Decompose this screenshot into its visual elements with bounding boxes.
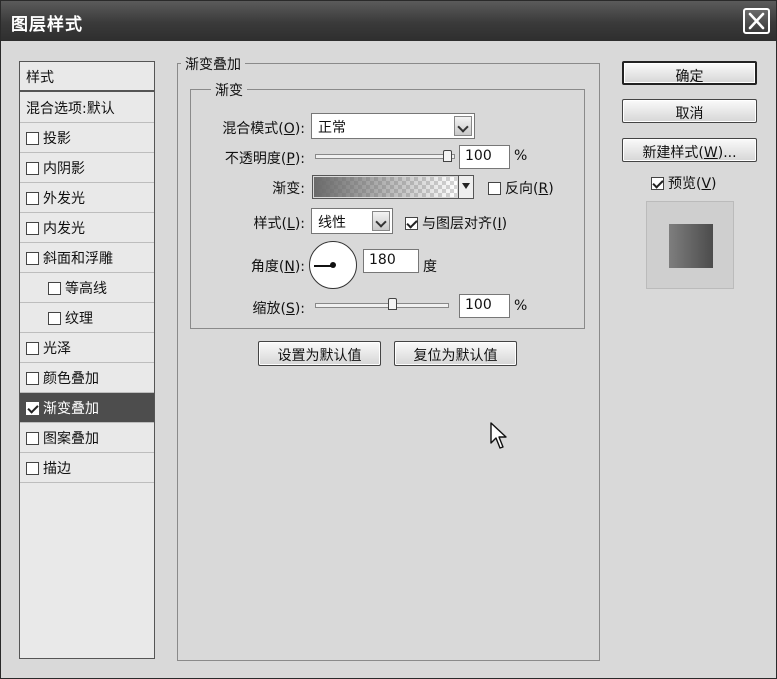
styles-list-item-label: 等高线 xyxy=(65,281,107,297)
style-value: 线性 xyxy=(318,215,346,231)
styles-list-header[interactable]: 样式 xyxy=(20,62,154,92)
cancel-button[interactable]: 取消 xyxy=(622,99,757,123)
styles-list-item-label: 颜色叠加 xyxy=(43,371,99,387)
styles-list-item[interactable]: 内发光 xyxy=(20,213,154,243)
style-checkbox[interactable] xyxy=(26,132,39,145)
layer-style-dialog: 图层样式 样式 混合选项:默认投影内阴影外发光内发光斜面和浮雕等高线纹理光泽颜色… xyxy=(0,0,777,679)
align-with-layer-checkbox[interactable]: 与图层对齐(I) xyxy=(405,213,507,233)
scale-label: 缩放(S): xyxy=(252,301,305,317)
styles-list: 样式 混合选项:默认投影内阴影外发光内发光斜面和浮雕等高线纹理光泽颜色叠加渐变叠… xyxy=(19,61,155,659)
gradient-label: 渐变: xyxy=(272,181,305,197)
styles-list-item[interactable]: 斜面和浮雕 xyxy=(20,243,154,273)
preview-checkbox-box[interactable] xyxy=(651,177,664,190)
opacity-unit: % xyxy=(514,148,528,164)
style-checkbox[interactable] xyxy=(26,222,39,235)
styles-list-item[interactable]: 图案叠加 xyxy=(20,423,154,453)
styles-list-item[interactable]: 等高线 xyxy=(20,273,154,303)
style-checkbox[interactable] xyxy=(26,402,39,415)
style-checkbox[interactable] xyxy=(48,282,61,295)
opacity-label: 不透明度(P): xyxy=(224,151,305,167)
gradient-overlay-title: 渐变叠加 xyxy=(181,54,245,74)
styles-list-item-label: 外发光 xyxy=(43,191,85,207)
reverse-checkbox-box[interactable] xyxy=(488,182,501,195)
close-icon xyxy=(748,12,765,30)
style-select[interactable]: 线性 xyxy=(311,208,393,234)
chevron-down-icon xyxy=(454,116,472,136)
styles-list-item[interactable]: 渐变叠加 xyxy=(20,393,154,423)
blend-mode-label: 混合模式(O): xyxy=(222,121,305,137)
reset-default-button[interactable]: 复位为默认值 xyxy=(394,341,517,366)
angle-label: 角度(N): xyxy=(250,259,305,275)
style-checkbox[interactable] xyxy=(26,462,39,475)
style-checkbox[interactable] xyxy=(26,372,39,385)
chevron-down-icon xyxy=(372,211,390,231)
close-button[interactable] xyxy=(743,8,770,34)
styles-list-item[interactable]: 外发光 xyxy=(20,183,154,213)
styles-list-item[interactable]: 光泽 xyxy=(20,333,154,363)
gradient-swatch[interactable] xyxy=(314,177,457,197)
styles-list-item[interactable]: 投影 xyxy=(20,123,154,153)
title-bar[interactable]: 图层样式 xyxy=(1,1,776,41)
style-preview xyxy=(646,201,734,289)
opacity-slider-track[interactable] xyxy=(315,154,455,159)
styles-list-item-label: 混合选项:默认 xyxy=(26,101,115,117)
styles-list-item-label: 投影 xyxy=(43,131,71,147)
gradient-dropdown-icon[interactable] xyxy=(458,176,473,198)
styles-list-item-label: 内阴影 xyxy=(43,161,85,177)
style-checkbox[interactable] xyxy=(48,312,61,325)
opacity-slider-thumb[interactable] xyxy=(443,150,452,162)
styles-list-item[interactable]: 内阴影 xyxy=(20,153,154,183)
angle-input[interactable]: 180 xyxy=(363,249,419,273)
ok-button[interactable]: 确定 xyxy=(622,61,757,85)
scale-unit: % xyxy=(514,298,528,314)
styles-list-item-label: 内发光 xyxy=(43,221,85,237)
styles-list-item-label: 光泽 xyxy=(43,341,71,357)
preview-swatch xyxy=(669,224,713,268)
preview-checkbox[interactable]: 预览(V) xyxy=(651,173,717,193)
angle-center-dot xyxy=(330,262,336,268)
scale-slider-track[interactable] xyxy=(315,303,449,308)
dialog-title: 图层样式 xyxy=(11,15,83,35)
gradient-subgroup-title: 渐变 xyxy=(211,80,247,100)
new-style-button[interactable]: 新建样式(W)... xyxy=(622,138,757,162)
reverse-checkbox[interactable]: 反向(R) xyxy=(488,178,554,198)
styles-list-item[interactable]: 纹理 xyxy=(20,303,154,333)
styles-list-item-label: 斜面和浮雕 xyxy=(43,251,113,267)
gradient-picker[interactable] xyxy=(312,175,474,199)
blend-mode-select[interactable]: 正常 xyxy=(311,113,475,139)
style-checkbox[interactable] xyxy=(26,162,39,175)
styles-list-item[interactable]: 混合选项:默认 xyxy=(20,93,154,123)
styles-list-item-label: 纹理 xyxy=(65,311,93,327)
scale-slider-thumb[interactable] xyxy=(388,298,398,310)
styles-list-item-label: 图案叠加 xyxy=(43,431,99,447)
style-checkbox[interactable] xyxy=(26,252,39,265)
mouse-pointer-icon xyxy=(490,422,507,449)
scale-input[interactable]: 100 xyxy=(459,294,510,318)
angle-unit: 度 xyxy=(423,259,437,275)
style-checkbox[interactable] xyxy=(26,432,39,445)
angle-dial[interactable] xyxy=(309,241,357,289)
style-checkbox[interactable] xyxy=(26,342,39,355)
style-checkbox[interactable] xyxy=(26,192,39,205)
blend-mode-value: 正常 xyxy=(318,120,346,136)
opacity-input[interactable]: 100 xyxy=(459,145,510,169)
align-checkbox-box[interactable] xyxy=(405,217,418,230)
style-label: 样式(L): xyxy=(253,216,305,232)
styles-list-item[interactable]: 描边 xyxy=(20,453,154,483)
styles-list-item-label: 描边 xyxy=(43,461,71,477)
styles-list-item-label: 渐变叠加 xyxy=(43,401,99,417)
styles-list-item[interactable]: 颜色叠加 xyxy=(20,363,154,393)
make-default-button[interactable]: 设置为默认值 xyxy=(258,341,381,366)
